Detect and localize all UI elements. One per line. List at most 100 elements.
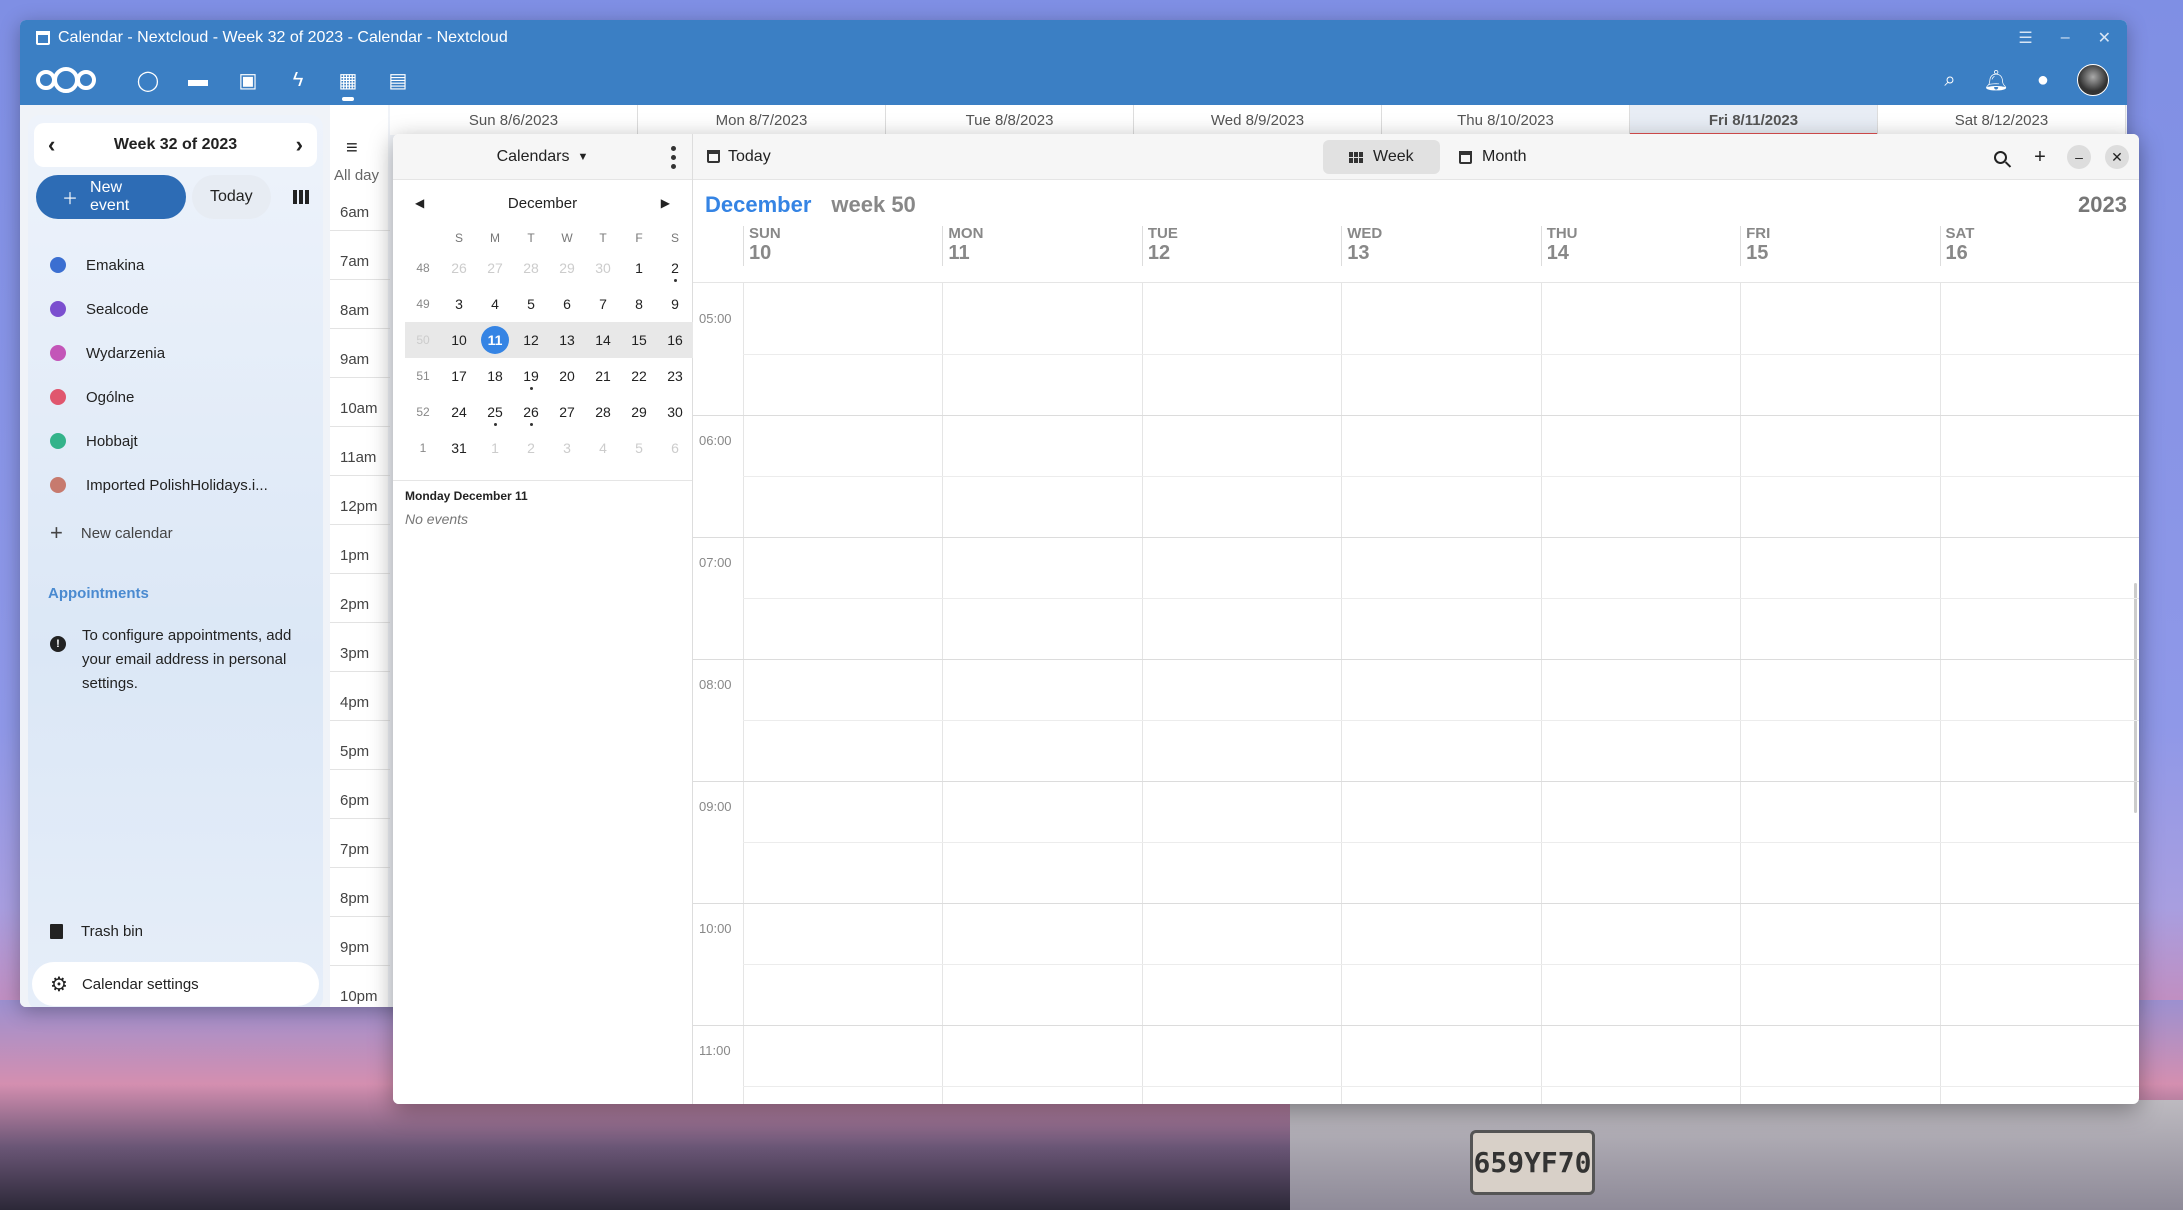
close-icon[interactable]: ✕	[2105, 145, 2129, 169]
day-cell[interactable]: 1	[477, 430, 513, 466]
day-cell[interactable]: 3	[549, 430, 585, 466]
week-number[interactable]: 1	[405, 430, 441, 466]
more-options-icon[interactable]	[670, 146, 676, 169]
day-cell[interactable]: 27	[477, 250, 513, 286]
trash-bin-button[interactable]: Trash bin	[50, 923, 143, 940]
prev-week-icon[interactable]: ‹	[48, 132, 55, 158]
day-cell[interactable]: 30	[657, 394, 693, 430]
day-header[interactable]: Sun 8/6/2023	[390, 105, 638, 135]
day-cell[interactable]: 27	[549, 394, 585, 430]
menu-icon[interactable]: ☰	[2018, 28, 2032, 48]
day-cell[interactable]: 28	[513, 250, 549, 286]
week-view-button[interactable]: Week	[1323, 140, 1440, 174]
day-cell[interactable]: 6	[549, 286, 585, 322]
week-number[interactable]: 48	[405, 250, 441, 286]
calendar-color-dot[interactable]	[50, 389, 66, 405]
day-cell[interactable]: 3	[441, 286, 477, 322]
view-columns-icon[interactable]	[287, 190, 315, 204]
day-cell[interactable]: 10	[441, 322, 477, 358]
day-cell[interactable]: 5	[621, 430, 657, 466]
day-cell[interactable]: 1	[621, 250, 657, 286]
day-cell[interactable]: 5	[513, 286, 549, 322]
calendar-item[interactable]: Hobbajt	[28, 419, 323, 463]
day-column-header[interactable]: SAT 16	[1939, 226, 2139, 266]
scrollbar[interactable]	[2134, 583, 2137, 813]
day-header[interactable]: Fri 8/11/2023	[1630, 105, 1878, 135]
week-number[interactable]: 51	[405, 358, 441, 394]
calendar-settings-button[interactable]: ⚙ Calendar settings	[32, 962, 319, 1006]
calendar-color-dot[interactable]	[50, 345, 66, 361]
search-icon[interactable]: ⌕	[1944, 69, 1955, 92]
today-button[interactable]: Today	[707, 148, 771, 166]
nextcloud-logo-icon[interactable]	[36, 67, 96, 93]
week-number[interactable]: 49	[405, 286, 441, 322]
day-cell[interactable]: 15	[621, 322, 657, 358]
calendar-color-dot[interactable]	[50, 257, 66, 273]
calendar-item[interactable]: Emakina	[28, 243, 323, 287]
day-cell[interactable]: 4	[585, 430, 621, 466]
week-number[interactable]: 52	[405, 394, 441, 430]
avatar[interactable]	[2077, 64, 2109, 96]
deck-icon[interactable]: ▤	[373, 55, 423, 105]
dashboard-icon[interactable]: ◯	[123, 55, 173, 105]
day-cell[interactable]: 13	[549, 322, 585, 358]
photos-icon[interactable]: ▣	[223, 55, 273, 105]
next-week-icon[interactable]: ›	[296, 132, 303, 158]
day-cell[interactable]: 14	[585, 322, 621, 358]
day-cell[interactable]: 19	[513, 358, 549, 394]
day-cell[interactable]: 30	[585, 250, 621, 286]
day-cell[interactable]: 25	[477, 394, 513, 430]
day-cell[interactable]: 7	[585, 286, 621, 322]
day-cell[interactable]: 23	[657, 358, 693, 394]
day-cell[interactable]: 6	[657, 430, 693, 466]
day-header[interactable]: Tue 8/8/2023	[886, 105, 1134, 135]
day-cell[interactable]: 18	[477, 358, 513, 394]
day-cell[interactable]: 28	[585, 394, 621, 430]
new-event-button[interactable]: ＋ New event	[36, 175, 186, 219]
day-column-header[interactable]: THU 14	[1540, 226, 1740, 266]
add-icon[interactable]: +	[2027, 144, 2053, 170]
day-column-header[interactable]: SUN 10	[743, 226, 942, 266]
day-cell[interactable]: 31	[441, 430, 477, 466]
day-cell[interactable]: 22	[621, 358, 657, 394]
day-cell[interactable]: 2	[513, 430, 549, 466]
day-cell[interactable]: 20	[549, 358, 585, 394]
day-cell[interactable]: 11	[477, 322, 513, 358]
day-header[interactable]: Wed 8/9/2023	[1134, 105, 1382, 135]
day-cell[interactable]: 2	[657, 250, 693, 286]
today-button[interactable]: Today	[191, 175, 271, 219]
day-cell[interactable]: 16	[657, 322, 693, 358]
notifications-icon[interactable]: 🔔︎	[1984, 68, 2009, 93]
day-cell[interactable]: 4	[477, 286, 513, 322]
day-cell[interactable]: 24	[441, 394, 477, 430]
day-cell[interactable]: 26	[441, 250, 477, 286]
day-cell[interactable]: 8	[621, 286, 657, 322]
calendar-item[interactable]: Ogólne	[28, 375, 323, 419]
calendar-color-dot[interactable]	[50, 301, 66, 317]
calendar-item[interactable]: Wydarzenia	[28, 331, 323, 375]
day-header[interactable]: Thu 8/10/2023	[1382, 105, 1630, 135]
day-cell[interactable]: 17	[441, 358, 477, 394]
day-header[interactable]: Sat 8/12/2023	[1878, 105, 2126, 135]
week-number[interactable]: 50	[405, 322, 441, 358]
files-icon[interactable]: ▬	[173, 55, 223, 105]
prev-month-icon[interactable]: ◀	[415, 196, 424, 210]
minimize-icon[interactable]: –	[2067, 145, 2091, 169]
contacts-icon[interactable]: ●	[2037, 69, 2049, 92]
minimize-icon[interactable]: –	[2061, 29, 2070, 47]
time-grid[interactable]: 05:00 06:00 07:00 08:00 09:00 10:00 11:00	[693, 282, 2139, 1104]
calendar-color-dot[interactable]	[50, 433, 66, 449]
activity-icon[interactable]: ϟ	[273, 55, 323, 105]
chevron-down-icon[interactable]: ▼	[578, 151, 589, 163]
new-calendar-button[interactable]: + New calendar	[28, 511, 323, 555]
calendar-color-dot[interactable]	[50, 477, 66, 493]
day-cell[interactable]: 26	[513, 394, 549, 430]
day-column-header[interactable]: TUE 12	[1141, 226, 1341, 266]
day-cell[interactable]: 29	[549, 250, 585, 286]
day-cell[interactable]: 9	[657, 286, 693, 322]
calendar-item[interactable]: Sealcode	[28, 287, 323, 331]
hamburger-icon[interactable]: ≡	[346, 137, 358, 160]
month-view-button[interactable]: Month	[1433, 140, 1552, 174]
close-icon[interactable]: ✕	[2098, 28, 2111, 48]
day-cell[interactable]: 29	[621, 394, 657, 430]
